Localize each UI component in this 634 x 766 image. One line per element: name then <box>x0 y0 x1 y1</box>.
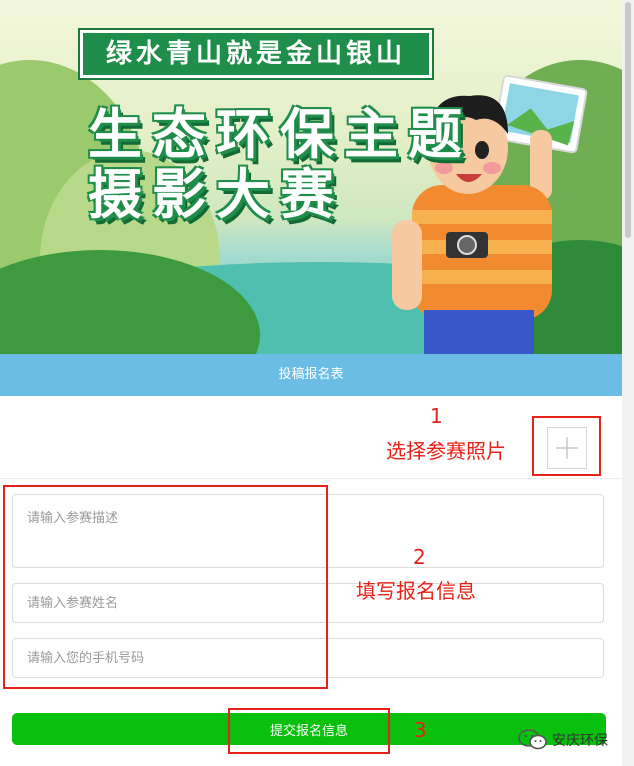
watermark-text: 安庆环保 <box>552 733 608 749</box>
wechat-icon <box>518 729 547 750</box>
fields-highlight-box <box>3 485 328 689</box>
submit-highlight-box <box>228 708 390 754</box>
watermark: 安庆环保 <box>518 726 608 754</box>
step2-label: 填写报名信息 <box>356 579 476 603</box>
scrollbar-thumb[interactable] <box>625 2 631 238</box>
scrollbar[interactable] <box>622 0 634 766</box>
slogan-text: 绿水青山就是金山银山 <box>105 39 406 69</box>
step1-label: 选择参赛照片 <box>386 439 506 463</box>
slogan-banner: 绿水青山就是金山银山 <box>80 30 432 78</box>
contest-title-line2: 摄影大赛 <box>88 163 344 226</box>
step2-number: 2 <box>413 545 426 569</box>
section-divider <box>0 478 622 479</box>
contest-banner: 绿水青山就是金山银山 生态环保主题 摄影大赛 <box>0 0 622 354</box>
upload-highlight-box <box>532 416 601 476</box>
step3-number: 3 <box>414 718 427 742</box>
form-header-title: 投稿报名表 <box>278 367 344 382</box>
step1-number: 1 <box>430 404 443 428</box>
form-header: 投稿报名表 <box>0 354 622 396</box>
